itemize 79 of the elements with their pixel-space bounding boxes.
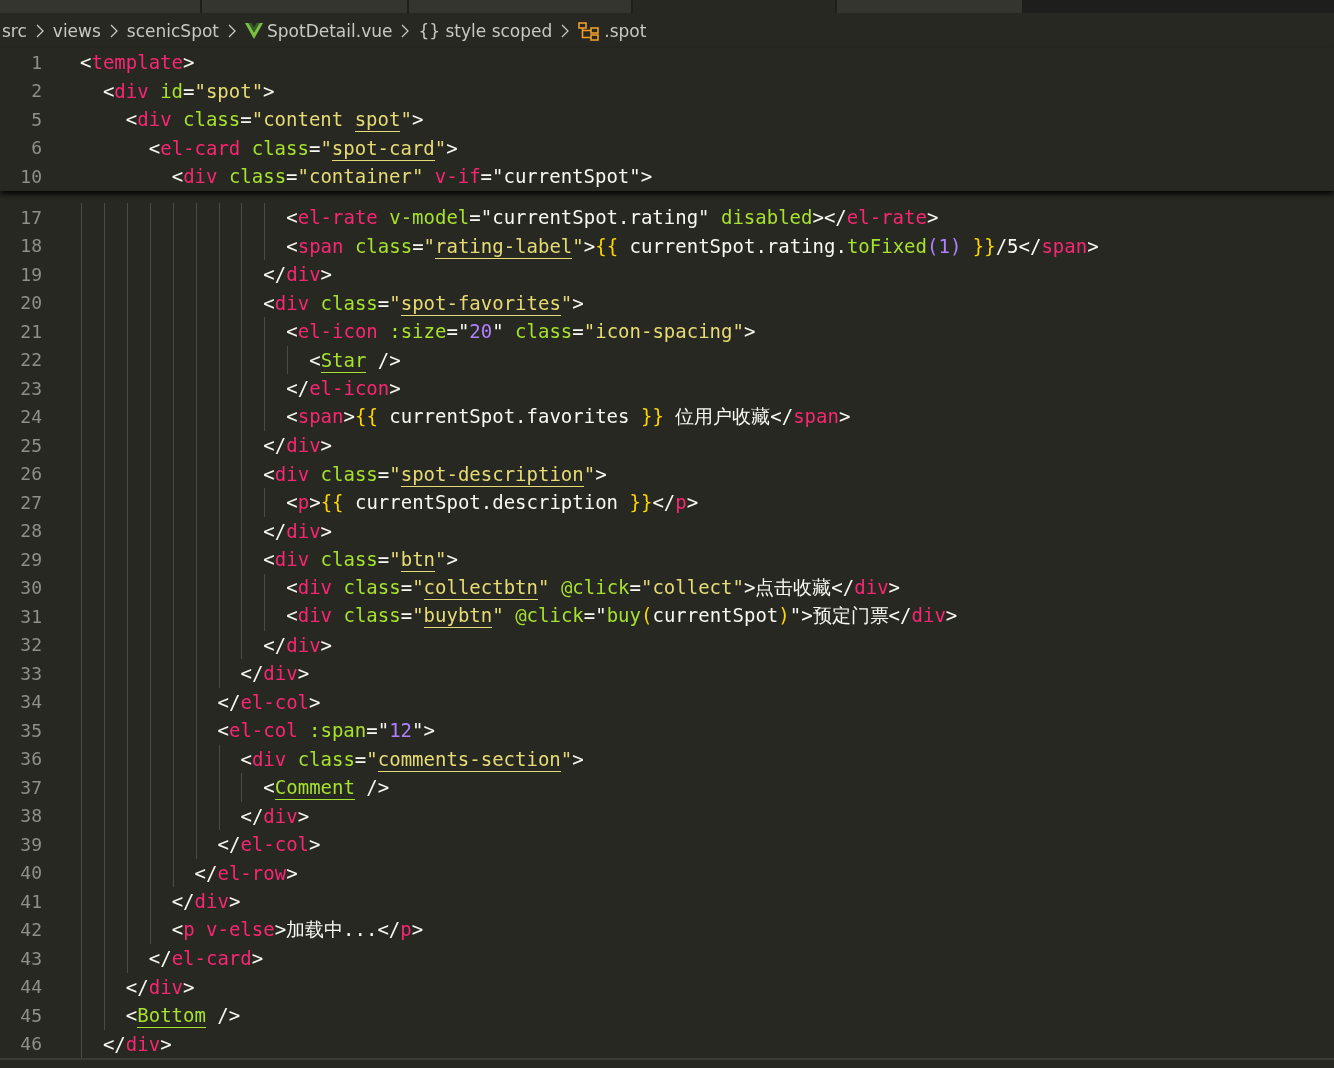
code-line: <p v-else>加载中...</p>: [171, 916, 424, 942]
line-number: 46: [19, 1033, 42, 1055]
line-number: 26: [19, 463, 42, 485]
breadcrumb-item[interactable]: scenicSpot: [126, 20, 219, 41]
line-number: 33: [19, 662, 42, 684]
line-number: 23: [19, 377, 42, 399]
line-number: 21: [19, 320, 42, 342]
line-number: 37: [19, 776, 42, 798]
line-number: 35: [19, 719, 42, 741]
code-line: <template>: [80, 51, 195, 74]
code-line: <div class="spot-favorites">: [263, 291, 584, 314]
breadcrumb-item[interactable]: {} style scoped: [418, 20, 553, 41]
code-line: <div class="content spot">: [125, 108, 424, 131]
code-line: </div>: [240, 804, 310, 827]
chevron-right-icon: [226, 23, 238, 38]
code-line: <div class="buybtn" @click="buy(currentSpot)">预定门票</div>: [286, 603, 958, 630]
code-line: <Bottom />: [125, 1004, 241, 1027]
code-line: <div class="container" v-if="currentSpot">: [171, 165, 653, 188]
line-number: 44: [19, 976, 42, 998]
line-number: 41: [19, 890, 42, 912]
code-line: </div>: [263, 633, 333, 656]
class-symbol-icon: [578, 20, 601, 41]
code-line: <el-col :span="12">: [217, 719, 435, 742]
line-number: 1: [30, 51, 42, 73]
breadcrumb-item[interactable]: .spot: [604, 20, 647, 41]
breadcrumb-item[interactable]: views: [52, 20, 101, 41]
code-line: </div>: [102, 1032, 172, 1055]
line-number: 6: [30, 137, 42, 159]
line-number: 25: [19, 434, 42, 456]
line-number: 17: [19, 206, 42, 228]
line-number: 36: [19, 748, 42, 770]
breadcrumb-item[interactable]: src: [2, 20, 27, 41]
code-line: <el-card class="spot-card">: [148, 136, 458, 159]
code-line: </el-card>: [148, 947, 264, 970]
line-number: 19: [19, 263, 42, 285]
code-line: <div id="spot">: [102, 79, 275, 102]
code-line: <div class="collectbtn" @click="collect">点击收藏</div>: [286, 574, 901, 601]
breadcrumb-item[interactable]: SpotDetail.vue: [267, 20, 393, 41]
code-line: <p>{{ currentSpot.description }}</p>: [286, 491, 699, 514]
line-number: 30: [19, 577, 42, 599]
code-line: <span>{{ currentSpot.favorites }} 位用户收藏</span>: [286, 403, 851, 429]
code-line: <Comment />: [263, 776, 390, 799]
line-number: 10: [19, 165, 42, 187]
line-number: 40: [19, 862, 42, 884]
line-number: 45: [19, 1004, 42, 1026]
code-line: <Star />: [309, 348, 401, 371]
line-number: 42: [19, 919, 42, 941]
code-line: <span class="rating-label">{{ currentSpot.rating.toFixed(1) }}/5</span>: [286, 234, 1099, 257]
code-line: </el-col>: [217, 690, 321, 713]
line-number: 29: [19, 548, 42, 570]
line-number: 38: [19, 805, 42, 827]
code-line: </div>: [263, 434, 333, 457]
line-number: 32: [19, 634, 42, 656]
line-number: 28: [19, 520, 42, 542]
line-number: 2: [30, 80, 42, 102]
line-number: 34: [19, 691, 42, 713]
code-line: <el-icon :size="20" class="icon-spacing">: [286, 320, 756, 343]
line-number: 24: [19, 406, 42, 428]
code-line: </el-icon>: [286, 377, 401, 400]
code-line: </el-col>: [217, 833, 321, 856]
code-line: <div class="comments-section">: [240, 747, 584, 770]
code-line: </div>: [263, 263, 333, 286]
code-line: <el-rate v-model="currentSpot.rating" disabled></el-rate>: [286, 206, 939, 229]
code-line: </div>: [125, 975, 195, 998]
line-number: 43: [19, 947, 42, 969]
line-number: 31: [19, 605, 42, 627]
line-number: 20: [19, 292, 42, 314]
line-number: 5: [30, 108, 42, 130]
code-line: <div class="btn">: [263, 548, 458, 571]
line-number: 27: [19, 491, 42, 513]
code-line: </div>: [240, 662, 310, 685]
line-number: 39: [19, 833, 42, 855]
vue-logo-icon: [245, 22, 263, 39]
code-line: </div>: [171, 890, 241, 913]
code-line: <div class="spot-description">: [263, 462, 607, 485]
line-number: 22: [19, 349, 42, 371]
code-line: </el-row>: [194, 861, 298, 884]
code-line: </div>: [263, 519, 333, 542]
line-number: 18: [19, 235, 42, 257]
